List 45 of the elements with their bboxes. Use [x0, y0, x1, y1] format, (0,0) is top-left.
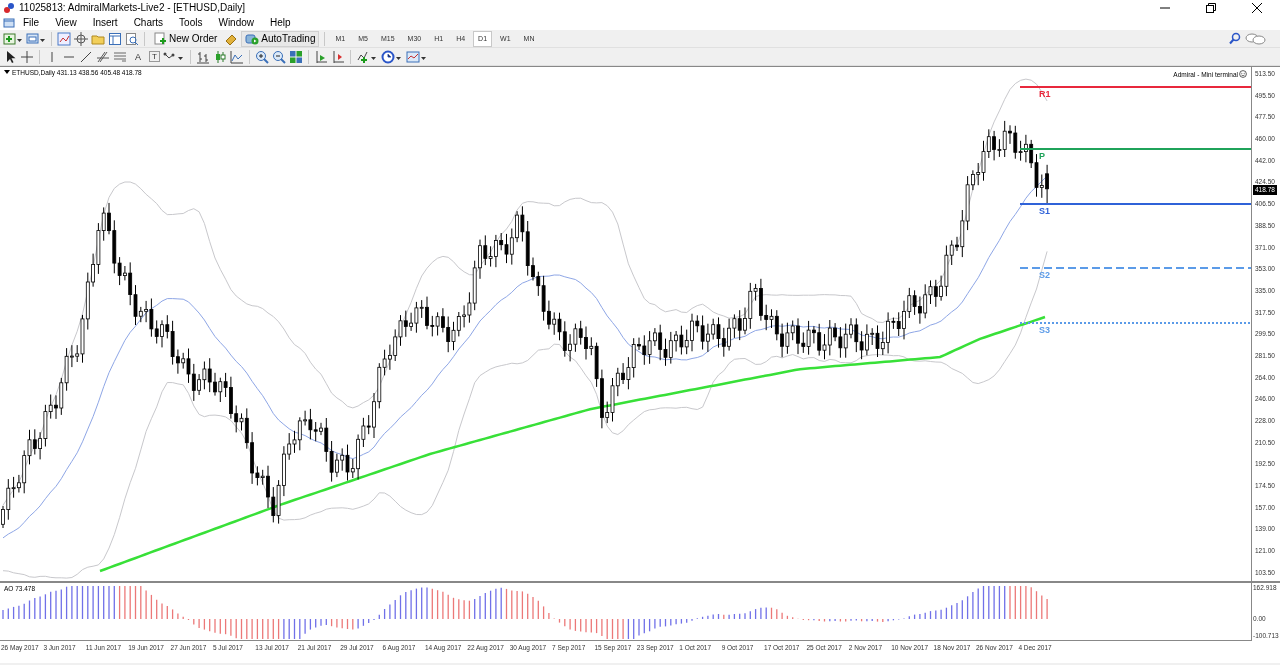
zoom-in-icon[interactable]	[254, 49, 269, 64]
text-tool[interactable]: A	[130, 48, 146, 65]
panel-icon[interactable]	[108, 31, 122, 46]
pivot-label: R1	[1039, 89, 1051, 99]
pivot-label: S1	[1039, 206, 1050, 216]
indicators-icon[interactable]	[355, 49, 378, 64]
smiley-icon[interactable]	[1239, 70, 1247, 78]
clock-icon[interactable]	[380, 49, 403, 64]
app-logo-icon	[3, 1, 15, 14]
pivot-label: P	[1039, 151, 1045, 161]
restore-icon[interactable]	[1206, 2, 1216, 13]
chart-icon[interactable]	[57, 31, 71, 46]
zoom-out-icon[interactable]	[271, 49, 286, 64]
menu-item[interactable]: Help	[262, 15, 299, 30]
window-title: 11025813: AdmiralMarkets-Live2 - [ETHUSD,Daily]	[19, 2, 245, 13]
menu-item[interactable]: Window	[210, 15, 263, 30]
magnifier-icon[interactable]	[125, 31, 139, 46]
robot-play-icon	[245, 32, 260, 45]
pivot-label: S2	[1039, 270, 1050, 280]
menu-item[interactable]: View	[47, 15, 85, 30]
autoscroll-icon[interactable]	[330, 49, 345, 64]
template-icon[interactable]	[405, 49, 428, 64]
trendline-icon[interactable]	[79, 49, 93, 64]
menu-item[interactable]: Tools	[171, 15, 211, 30]
bar-chart-icon[interactable]	[195, 49, 210, 64]
fibonacci-icon[interactable]	[96, 49, 110, 64]
new-chart-icon[interactable]	[3, 31, 23, 46]
menu-item[interactable]: Charts	[125, 15, 172, 30]
chart-shift-icon[interactable]	[313, 49, 328, 64]
profiles-icon[interactable]	[26, 31, 46, 46]
pivot-label: S3	[1039, 325, 1050, 335]
tile-windows-icon[interactable]	[288, 49, 303, 64]
text-label-tool[interactable]: T	[149, 51, 160, 62]
close-icon[interactable]	[1252, 2, 1262, 13]
menu-item[interactable]: Insert	[84, 15, 126, 30]
line-chart-icon[interactable]	[229, 49, 244, 64]
search-icon[interactable]	[1229, 31, 1241, 46]
chart-window-icon[interactable]	[3, 16, 15, 29]
dropdown-triangle-icon[interactable]	[4, 70, 10, 75]
menu-item[interactable]: File	[15, 15, 48, 30]
autotrading-button[interactable]: AutoTrading	[241, 30, 320, 47]
chat-icon[interactable]	[1244, 31, 1266, 46]
order-plus-icon	[154, 32, 167, 45]
crosshair-icon[interactable]	[74, 31, 88, 46]
new-order-button[interactable]: New Order	[150, 30, 222, 47]
